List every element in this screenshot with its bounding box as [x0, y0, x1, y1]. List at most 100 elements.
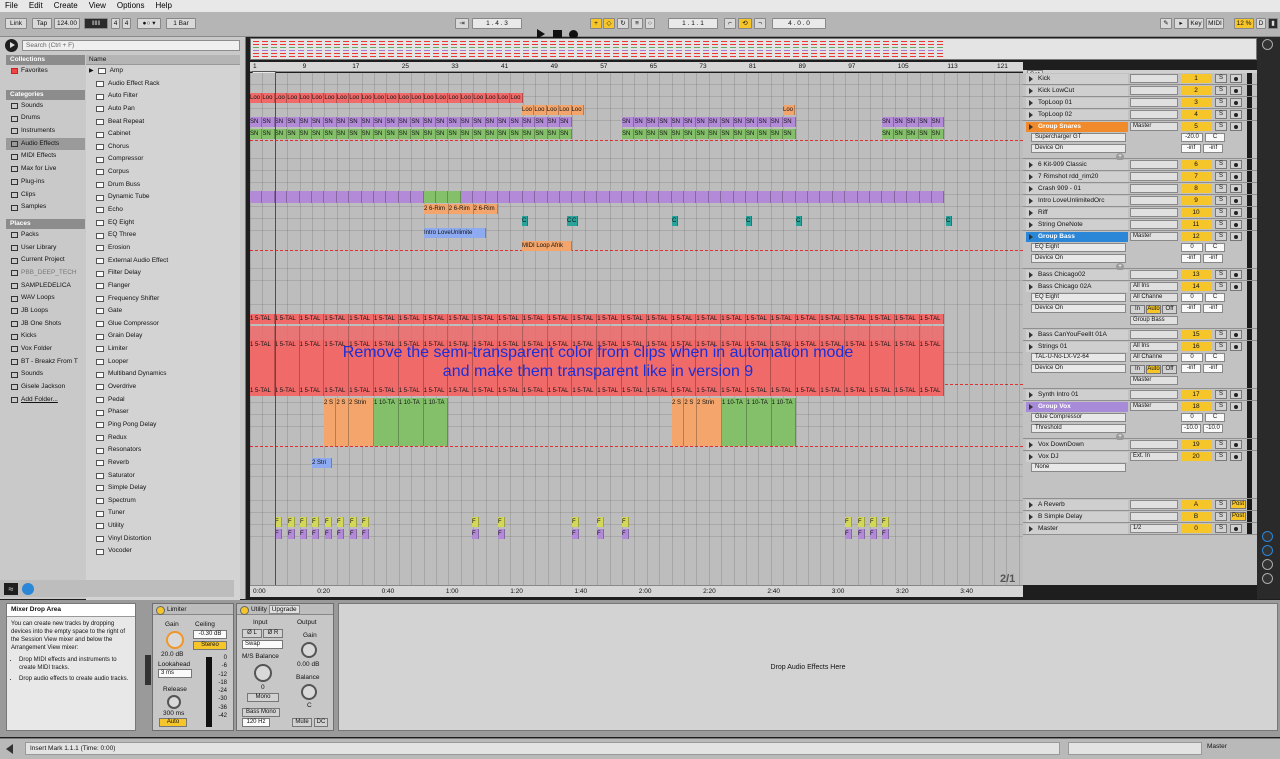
name-column-header[interactable]: Name — [86, 55, 240, 65]
track-activator[interactable]: 15 — [1181, 330, 1211, 339]
clip[interactable]: 1 5-TAL — [721, 314, 746, 324]
clip[interactable]: 1 5-TAL — [498, 386, 523, 396]
loop-length-field[interactable]: 4 . 0 . 0 — [772, 18, 826, 29]
limiter-title[interactable]: Limiter — [153, 604, 233, 615]
arm-button[interactable] — [1230, 452, 1242, 461]
clip[interactable]: 1 5-TAL — [473, 314, 498, 324]
clip[interactable]: 2 Stri — [312, 458, 332, 468]
place-item[interactable]: SAMPLEDELICA — [6, 280, 85, 293]
device-chooser[interactable]: Glue Compressor — [1031, 413, 1126, 422]
key-map-button[interactable]: Key — [1188, 18, 1204, 29]
clip[interactable] — [547, 326, 573, 340]
clip[interactable]: SN — [510, 129, 523, 139]
clip[interactable] — [498, 326, 523, 340]
clip[interactable]: 1 5-TAL — [845, 314, 870, 324]
clip[interactable]: F — [622, 517, 629, 527]
track-activator[interactable]: 9 — [1181, 196, 1211, 205]
clip[interactable]: SN — [287, 129, 300, 139]
clip[interactable]: F — [275, 517, 282, 527]
clip[interactable]: Loo — [250, 93, 263, 103]
clip[interactable] — [349, 191, 362, 203]
solo-button[interactable]: S — [1215, 208, 1227, 217]
ceiling-field[interactable]: -0.30 dB — [193, 630, 227, 639]
arm-button[interactable] — [1230, 220, 1242, 229]
clip[interactable]: 1 5-TAL — [324, 386, 350, 396]
solo-button[interactable]: S — [1215, 160, 1227, 169]
clip[interactable]: F — [870, 529, 877, 539]
monitor-button[interactable]: Off — [1162, 305, 1177, 314]
device-chooser[interactable]: EQ Eight — [1031, 293, 1126, 302]
clip[interactable] — [312, 191, 325, 203]
clip[interactable] — [473, 191, 486, 203]
solo-button[interactable]: S — [1215, 500, 1227, 509]
browser-item[interactable]: Cabinet — [86, 128, 240, 141]
clip[interactable] — [448, 326, 474, 340]
place-item[interactable]: JB One Shots — [6, 318, 85, 331]
mixer-value[interactable]: C — [1205, 413, 1225, 422]
io-field[interactable]: All Ins — [1130, 342, 1178, 351]
clip[interactable]: 1 5-TAL — [448, 314, 474, 324]
clip[interactable]: C — [672, 216, 678, 226]
clip[interactable] — [659, 191, 672, 203]
clip[interactable]: 1 5-TAL — [324, 314, 350, 324]
clip[interactable]: SN — [336, 129, 350, 139]
place-item[interactable]: PBB_DEEP_TECH — [6, 267, 85, 280]
clip[interactable] — [721, 326, 746, 340]
browser-item[interactable]: Filter Delay — [86, 267, 240, 280]
clip[interactable]: SN — [696, 117, 709, 127]
monitor-button[interactable]: Auto — [1146, 365, 1161, 374]
clip[interactable]: SN — [746, 117, 759, 127]
place-item[interactable]: Current Project — [6, 254, 85, 267]
browser-item[interactable]: Ping Pong Delay — [86, 419, 240, 432]
expand-icon[interactable]: ▶ — [89, 65, 94, 78]
browser-item[interactable]: Spectrum — [86, 495, 240, 508]
track-name[interactable]: 6 Kit-909 Classic — [1026, 160, 1128, 170]
browser-item[interactable]: Overdrive — [86, 381, 240, 394]
clip[interactable]: SN — [634, 117, 647, 127]
track-header[interactable]: 7 Rimshot rdd_rim20 7 S — [1023, 171, 1257, 183]
place-item[interactable]: JB Loops — [6, 305, 85, 318]
browser-item[interactable]: Echo — [86, 204, 240, 217]
browser-item[interactable]: Phaser — [86, 406, 240, 419]
clip[interactable]: SN — [485, 129, 498, 139]
clip[interactable]: Loo — [324, 93, 337, 103]
link-button[interactable]: Link — [5, 18, 27, 29]
clip[interactable]: F — [882, 517, 889, 527]
clip[interactable]: 2 S — [672, 398, 685, 446]
solo-button[interactable]: S — [1215, 122, 1227, 131]
clip[interactable] — [349, 326, 374, 340]
io-field[interactable]: Master — [1130, 402, 1178, 411]
clip[interactable] — [795, 326, 821, 340]
clip[interactable]: 1 5-TAL — [274, 386, 300, 396]
clip[interactable]: SN — [535, 129, 548, 139]
clip[interactable] — [448, 191, 461, 203]
clip[interactable]: 1 5-TAL — [919, 386, 945, 396]
browser-item[interactable]: External Audio Effect — [86, 255, 240, 268]
track-activator[interactable]: 16 — [1181, 342, 1211, 351]
clip[interactable]: F — [572, 529, 579, 539]
clip[interactable]: SN — [510, 117, 523, 127]
clip[interactable] — [522, 191, 536, 203]
clip[interactable]: F — [622, 529, 629, 539]
sidebar-item-drums[interactable]: Drums — [6, 112, 85, 125]
clip[interactable]: Loo — [436, 93, 449, 103]
clip[interactable] — [770, 191, 784, 203]
clip[interactable]: F — [337, 517, 344, 527]
sidebar-item-clips[interactable]: Clips — [6, 189, 85, 202]
clip[interactable]: F — [288, 529, 295, 539]
clip[interactable] — [622, 191, 635, 203]
track-activator[interactable]: 0 — [1181, 524, 1211, 533]
arm-button[interactable] — [1230, 184, 1242, 193]
solo-button[interactable]: S — [1215, 282, 1227, 291]
clip[interactable] — [560, 191, 573, 203]
tempo-field[interactable]: 124.00 — [54, 18, 80, 29]
stereo-button[interactable]: Stereo — [193, 641, 227, 650]
clip[interactable]: 1 10-TA — [746, 398, 772, 446]
auto-release-button[interactable]: Auto — [159, 718, 187, 727]
clip[interactable] — [262, 191, 275, 203]
balance-knob[interactable] — [301, 684, 317, 700]
browser-item[interactable]: Audio Effect Rack — [86, 78, 240, 91]
arm-button[interactable] — [1230, 208, 1242, 217]
browser-item[interactable]: Auto Filter — [86, 90, 240, 103]
clip[interactable]: SN — [671, 129, 684, 139]
